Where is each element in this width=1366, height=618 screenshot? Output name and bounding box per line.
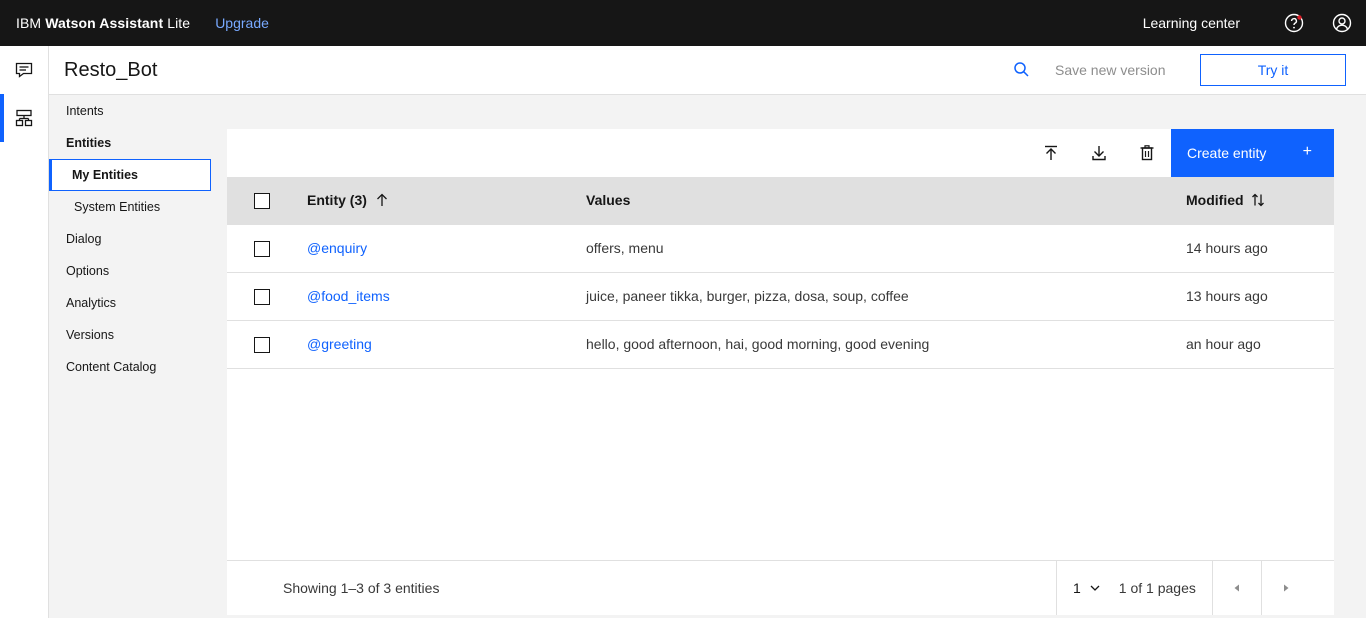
search-button[interactable]: [1012, 60, 1032, 80]
help-button[interactable]: [1270, 0, 1318, 46]
entity-values: hello, good afternoon, hai, good morning…: [586, 336, 930, 352]
left-rail: [0, 46, 49, 618]
nav-item-my-entities[interactable]: My Entities: [49, 159, 211, 191]
brand-prefix: IBM: [16, 15, 46, 31]
trash-icon: [1140, 145, 1154, 161]
entity-column-header[interactable]: Entity (3): [307, 192, 389, 208]
table-row[interactable]: @food_items juice, paneer tikka, burger,…: [227, 273, 1334, 321]
rail-item-skills[interactable]: [0, 94, 48, 142]
previous-page-button[interactable]: [1211, 561, 1261, 615]
entity-values: offers, menu: [586, 240, 664, 256]
user-profile-button[interactable]: [1318, 0, 1366, 46]
create-entity-button[interactable]: Create entity +: [1171, 129, 1334, 177]
entity-link[interactable]: @enquiry: [307, 240, 367, 256]
page-title: Resto_Bot: [64, 59, 158, 81]
create-entity-label: Create entity: [1187, 145, 1267, 161]
pagination: 1 1 of 1 pages: [1056, 561, 1310, 615]
entity-values: juice, paneer tikka, burger, pizza, dosa…: [586, 288, 909, 304]
sort-arrows-icon: [1252, 193, 1265, 207]
nav-item-options[interactable]: Options: [49, 255, 212, 287]
help-icon: [1284, 13, 1304, 33]
user-avatar-icon: [1332, 13, 1352, 33]
page-count: 1 of 1 pages: [1118, 580, 1196, 596]
try-it-button[interactable]: Try it: [1200, 54, 1346, 86]
entity-link[interactable]: @greeting: [307, 336, 372, 352]
nav-item-content-catalog[interactable]: Content Catalog: [49, 351, 212, 383]
table-row[interactable]: @greeting hello, good afternoon, hai, go…: [227, 321, 1334, 369]
sort-ascending-icon: [376, 193, 387, 206]
nav-item-dialog[interactable]: Dialog: [49, 223, 212, 255]
save-new-version-button[interactable]: Save new version: [1055, 62, 1166, 78]
learning-center-link[interactable]: Learning center: [1143, 15, 1240, 31]
chevron-down-icon: [1090, 585, 1100, 591]
upload-icon: [1045, 145, 1057, 160]
pagination-footer: Showing 1–3 of 3 entities 1 1 of 1 pages: [227, 560, 1334, 615]
skills-icon: [15, 109, 33, 127]
chat-icon: [15, 62, 33, 78]
page-select[interactable]: 1: [1057, 580, 1101, 596]
entity-modified: 13 hours ago: [1186, 288, 1268, 304]
skill-header: Resto_Bot Save new version Try it: [49, 46, 1366, 95]
caret-right-icon: [1283, 584, 1289, 592]
top-bar: IBM Watson Assistant Lite Upgrade Learni…: [0, 0, 1366, 46]
download-button[interactable]: [1087, 141, 1111, 165]
upgrade-link[interactable]: Upgrade: [215, 15, 269, 31]
search-icon: [1014, 62, 1029, 77]
entity-modified: an hour ago: [1186, 336, 1261, 352]
nav-item-system-entities[interactable]: System Entities: [49, 191, 212, 223]
next-page-button[interactable]: [1260, 561, 1310, 615]
brand-name: Watson Assistant: [45, 15, 164, 31]
page-select-value: 1: [1073, 580, 1081, 596]
brand-suffix: Lite: [163, 15, 191, 31]
upload-button[interactable]: [1039, 141, 1063, 165]
nav-item-entities[interactable]: Entities: [49, 127, 212, 159]
entity-modified: 14 hours ago: [1186, 240, 1268, 256]
nav-item-intents[interactable]: Intents: [49, 95, 212, 127]
entities-table-card: Create entity + Entity (3) Values Modifi…: [227, 129, 1334, 615]
entity-column-label: Entity (3): [307, 192, 367, 208]
entity-link[interactable]: @food_items: [307, 288, 390, 304]
table-toolbar: Create entity +: [227, 129, 1334, 177]
values-column-header: Values: [586, 192, 631, 208]
row-checkbox[interactable]: [254, 241, 270, 257]
download-icon: [1092, 146, 1106, 161]
product-brand[interactable]: IBM Watson Assistant Lite: [16, 15, 190, 31]
rail-item-assistants[interactable]: [0, 46, 48, 94]
delete-button[interactable]: [1135, 141, 1159, 165]
showing-count: Showing 1–3 of 3 entities: [283, 580, 440, 596]
caret-left-icon: [1234, 584, 1239, 592]
select-all-checkbox[interactable]: [254, 193, 270, 209]
nav-item-analytics[interactable]: Analytics: [49, 287, 212, 319]
row-checkbox[interactable]: [254, 289, 270, 305]
row-checkbox[interactable]: [254, 337, 270, 353]
modified-column-label: Modified: [1186, 192, 1244, 208]
table-row[interactable]: @enquiry offers, menu 14 hours ago: [227, 225, 1334, 273]
table-header: Entity (3) Values Modified: [227, 177, 1334, 225]
nav-item-versions[interactable]: Versions: [49, 319, 212, 351]
skill-sidenav: Intents Entities My Entities System Enti…: [49, 95, 212, 383]
plus-icon: +: [1302, 143, 1312, 160]
modified-column-header[interactable]: Modified: [1186, 192, 1265, 208]
